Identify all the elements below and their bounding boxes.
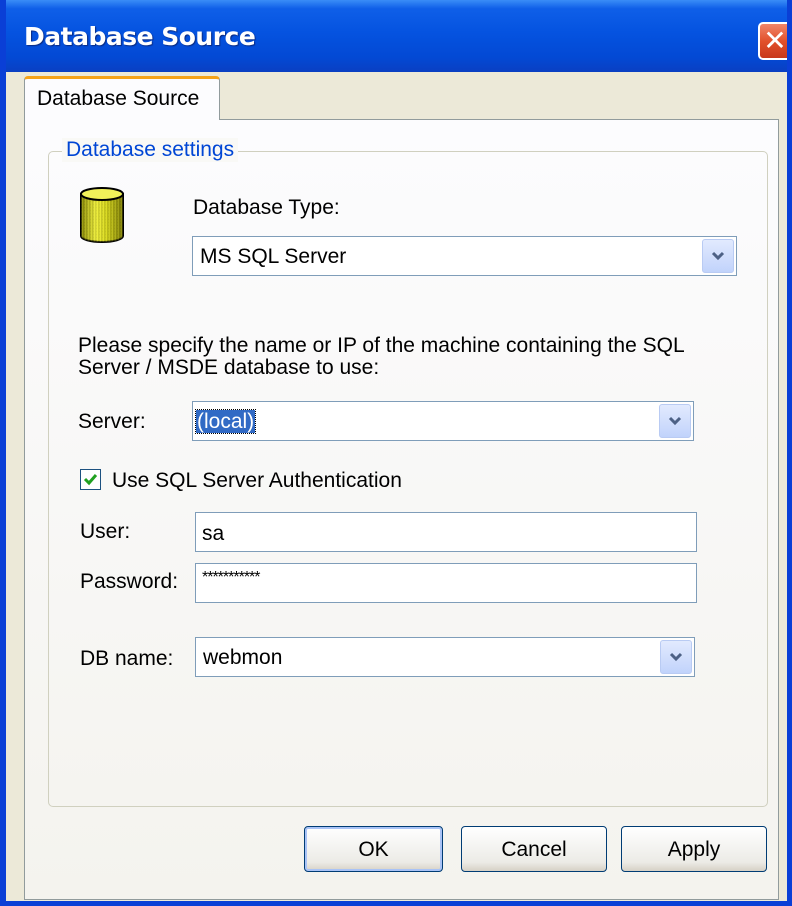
instructions-line2: Server / MSDE database to use: xyxy=(78,356,380,379)
database-icon xyxy=(80,187,124,243)
window-title: Database Source xyxy=(24,22,256,51)
db-name-value: webmon xyxy=(203,646,283,669)
tab-label: Database Source xyxy=(37,87,200,110)
chevron-down-icon xyxy=(668,416,682,426)
database-type-dropdown-button[interactable] xyxy=(702,239,734,273)
cancel-label: Cancel xyxy=(501,838,567,861)
user-input[interactable]: sa xyxy=(195,512,697,552)
server-value-wrap: (local) xyxy=(194,409,257,434)
user-label: User: xyxy=(80,520,131,543)
server-label: Server: xyxy=(78,410,146,433)
group-label: Database settings xyxy=(62,138,239,162)
ok-label: OK xyxy=(358,838,389,861)
server-value[interactable]: (local) xyxy=(194,409,257,434)
db-name-label: DB name: xyxy=(80,647,174,670)
ok-button[interactable]: OK xyxy=(304,826,443,872)
checkmark-icon xyxy=(83,474,98,486)
user-value: sa xyxy=(202,522,225,545)
server-combo[interactable]: (local) xyxy=(192,401,694,441)
apply-button[interactable]: Apply xyxy=(621,826,767,872)
cancel-button[interactable]: Cancel xyxy=(461,826,607,872)
password-label: Password: xyxy=(80,570,179,593)
close-icon: ✕ xyxy=(763,24,787,57)
password-input[interactable]: *********** xyxy=(195,563,697,603)
database-type-select[interactable]: MS SQL Server xyxy=(192,236,737,276)
title-bar[interactable]: Database Source ✕ xyxy=(6,0,787,72)
database-type-label: Database Type: xyxy=(193,196,340,219)
sql-auth-label[interactable]: Use SQL Server Authentication xyxy=(112,469,402,493)
password-value: *********** xyxy=(202,569,260,586)
chevron-down-icon xyxy=(669,652,683,662)
apply-label: Apply xyxy=(667,838,721,861)
database-type-value: MS SQL Server xyxy=(200,245,347,268)
db-name-dropdown-button[interactable] xyxy=(660,640,692,674)
close-button[interactable]: ✕ xyxy=(758,22,787,60)
instructions-line1: Please specify the name or IP of the mac… xyxy=(78,334,685,357)
tab-database-source[interactable]: Database Source xyxy=(24,76,220,120)
server-dropdown-button[interactable] xyxy=(659,404,691,438)
db-name-combo[interactable]: webmon xyxy=(195,637,695,677)
chevron-down-icon xyxy=(711,251,725,261)
sql-auth-checkbox[interactable] xyxy=(80,469,101,490)
